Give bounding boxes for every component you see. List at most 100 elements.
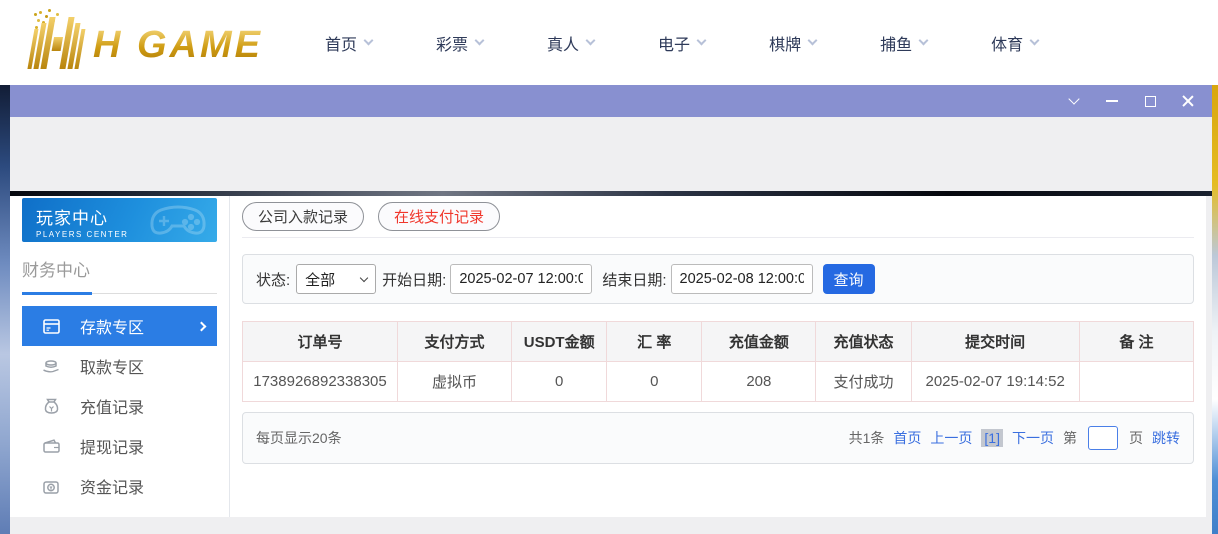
sidebar-item-withdraw-zone[interactable]: 取款专区: [22, 346, 217, 386]
cell-exchange-rate: 0: [607, 362, 702, 402]
jump-suffix-text: 页: [1129, 428, 1143, 448]
page-jump-input[interactable]: [1088, 426, 1118, 450]
chevron-down-icon: [1068, 93, 1079, 104]
nav-item-sports[interactable]: 体育: [991, 31, 1038, 55]
chevron-down-icon: [360, 273, 368, 281]
records-table: 订单号 支付方式 USDT金额 汇 率 充值金额 充值状态 提交时间 备 注 1: [242, 321, 1194, 402]
status-select-value: 全部: [305, 269, 335, 290]
query-button[interactable]: 查询: [823, 264, 875, 294]
content-area: 公司入款记录 在线支付记录 状态: 全部 开始日期: 结束日期: 查询: [230, 196, 1206, 517]
cell-submit-time: 2025-02-07 19:14:52: [911, 362, 1079, 402]
sidebar-item-label: 充值记录: [80, 394, 144, 418]
end-date-input[interactable]: [671, 264, 813, 294]
col-order-number: 订单号: [243, 322, 398, 362]
window-titlebar: [10, 85, 1212, 117]
status-select[interactable]: 全部: [296, 264, 376, 294]
chevron-down-icon: [364, 36, 374, 46]
next-page-link[interactable]: 下一页: [1012, 428, 1054, 448]
window-body: 玩家中心 PLAYERS CENTER 财务中心: [10, 117, 1212, 534]
top-navbar: H GAME 首页 彩票 真人 电子 棋牌 捕鱼 体育: [0, 0, 1218, 85]
sidebar-item-label: 存款专区: [80, 314, 144, 338]
cell-payment-method: 虚拟币: [398, 362, 512, 402]
gamepad-icon: [147, 202, 209, 238]
hand-money-icon: [42, 357, 60, 375]
main-nav: 首页 彩票 真人 电子 棋牌 捕鱼 体育: [325, 31, 1038, 55]
coin-purse-icon: [42, 477, 60, 495]
page-background-right-strip: [1212, 85, 1218, 534]
record-tabs: 公司入款记录 在线支付记录: [242, 196, 1194, 238]
tab-company-deposit-records[interactable]: 公司入款记录: [242, 202, 364, 231]
sidebar-item-label: 提现记录: [80, 434, 144, 458]
nav-item-lottery[interactable]: 彩票: [436, 31, 483, 55]
jump-prefix-text: 第: [1063, 428, 1077, 448]
close-icon: [1182, 95, 1194, 107]
cell-recharge-status: 支付成功: [816, 362, 911, 402]
nav-label: 真人: [547, 31, 579, 55]
logo-mark: [27, 17, 87, 69]
main-panel: 玩家中心 PLAYERS CENTER 财务中心: [10, 196, 1206, 517]
chevron-down-icon: [586, 36, 596, 46]
cell-order-number: 1738926892338305: [243, 362, 398, 402]
cell-recharge-amount: 208: [702, 362, 816, 402]
logo-text: H GAME: [93, 21, 263, 69]
chevron-down-icon: [1030, 36, 1040, 46]
tab-online-payment-records[interactable]: 在线支付记录: [378, 202, 500, 231]
start-date-label: 开始日期:: [382, 269, 446, 290]
nav-item-chess[interactable]: 棋牌: [769, 31, 816, 55]
col-exchange-rate: 汇 率: [607, 322, 702, 362]
end-date-label: 结束日期:: [602, 269, 666, 290]
window-maximize-button[interactable]: [1142, 93, 1158, 109]
table-row: 1738926892338305 虚拟币 0 0 208 支付成功 2025-0…: [243, 362, 1194, 402]
sidebar-item-label: 资金记录: [80, 474, 144, 498]
money-bag-icon: [42, 397, 60, 415]
nav-label: 首页: [325, 31, 357, 55]
maximize-icon: [1145, 96, 1156, 107]
filter-bar: 状态: 全部 开始日期: 结束日期: 查询: [242, 254, 1194, 304]
pagination-controls: 共1条 首页 上一页 [1] 下一页 第 页 跳转: [849, 426, 1180, 450]
cell-usdt-amount: 0: [512, 362, 607, 402]
window-collapse-button[interactable]: [1066, 93, 1082, 109]
chevron-right-icon: [197, 321, 207, 331]
cell-remark: [1079, 362, 1193, 402]
window-minimize-button[interactable]: [1104, 93, 1120, 109]
sidebar-header: 玩家中心 PLAYERS CENTER: [22, 198, 217, 242]
col-recharge-status: 充值状态: [816, 322, 911, 362]
chevron-down-icon: [697, 36, 707, 46]
brand-logo[interactable]: H GAME: [32, 17, 263, 69]
sidebar-section-title: 财务中心: [22, 256, 217, 294]
nav-item-slots[interactable]: 电子: [658, 31, 705, 55]
nav-label: 捕鱼: [880, 31, 912, 55]
col-recharge-amount: 充值金额: [702, 322, 816, 362]
wallet-icon: [42, 437, 60, 455]
nav-item-home[interactable]: 首页: [325, 31, 372, 55]
sidebar-item-recharge-records[interactable]: 充值记录: [22, 386, 217, 426]
chevron-down-icon: [808, 36, 818, 46]
col-payment-method: 支付方式: [398, 322, 512, 362]
sidebar-item-label: 取款专区: [80, 354, 144, 378]
sidebar-item-deposit-zone[interactable]: 存款专区: [22, 306, 217, 346]
jump-action-link[interactable]: 跳转: [1152, 428, 1180, 448]
nav-label: 棋牌: [769, 31, 801, 55]
prev-page-link[interactable]: 上一页: [930, 428, 972, 448]
sidebar: 玩家中心 PLAYERS CENTER 财务中心: [10, 196, 230, 517]
sidebar-item-withdrawal-records[interactable]: 提现记录: [22, 426, 217, 466]
logo-confetti-dots: [34, 13, 37, 16]
first-page-link[interactable]: 首页: [893, 428, 921, 448]
status-label: 状态:: [256, 269, 290, 290]
nav-item-fishing[interactable]: 捕鱼: [880, 31, 927, 55]
col-submit-time: 提交时间: [911, 322, 1079, 362]
nav-label: 彩票: [436, 31, 468, 55]
per-page-text: 每页显示20条: [256, 428, 342, 448]
chevron-down-icon: [919, 36, 929, 46]
chevron-down-icon: [475, 36, 485, 46]
pagination-bar: 每页显示20条 共1条 首页 上一页 [1] 下一页 第 页 跳转: [242, 412, 1194, 464]
window-close-button[interactable]: [1180, 93, 1196, 109]
col-remark: 备 注: [1079, 322, 1193, 362]
start-date-input[interactable]: [450, 264, 592, 294]
col-usdt-amount: USDT金额: [512, 322, 607, 362]
page-background-left-strip: [0, 85, 10, 534]
sidebar-item-funds-records[interactable]: 资金记录: [22, 466, 217, 506]
nav-item-live[interactable]: 真人: [547, 31, 594, 55]
minimize-icon: [1106, 100, 1118, 102]
deposit-card-icon: [42, 317, 60, 335]
